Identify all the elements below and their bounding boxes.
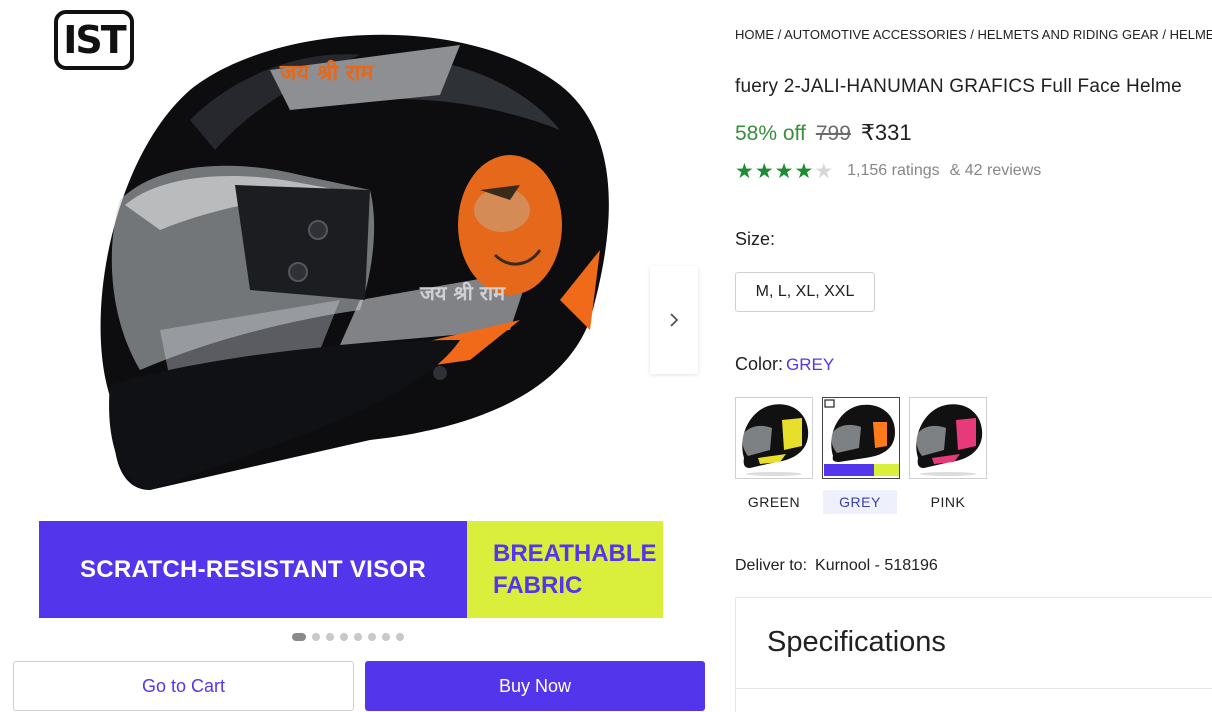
- breadcrumb: HOME / AUTOMOTIVE ACCESSORIES / HELMETS …: [735, 27, 1212, 42]
- breadcrumb-helmets-riding-gear[interactable]: HELMETS AND RIDING GEAR: [978, 27, 1159, 42]
- star-rating: ★ ★ ★ ★ ★: [735, 160, 833, 182]
- helmet-text-side: जय श्री राम: [419, 281, 506, 305]
- price-row: 58% off 799 ₹331: [735, 120, 912, 146]
- swatch-pink-accent: [956, 418, 976, 450]
- original-price: 799: [815, 122, 851, 145]
- gallery-dot[interactable]: [382, 633, 390, 641]
- rating-row: ★ ★ ★ ★ ★ 1,156 ratings & 42 reviews: [735, 160, 1041, 182]
- swatch-green-accent: [782, 418, 802, 450]
- gallery-dot[interactable]: [396, 633, 404, 641]
- ratings-count[interactable]: 1,156 ratings: [847, 162, 940, 180]
- color-label-text: Color:: [735, 354, 784, 374]
- color-swatch-pink[interactable]: [909, 397, 987, 479]
- swatch-pink-helmet-image: [916, 404, 983, 476]
- feature-scratch-resistant: SCRATCH-RESISTANT VISOR: [39, 521, 467, 618]
- feature-breathable-line1: BREATHABLE: [493, 539, 657, 567]
- chevron-right-icon: [670, 313, 679, 327]
- feature-breathable: BREATHABLE FABRIC: [467, 521, 663, 618]
- product-gallery: जय श्री राम जय श्री राम IST SCRATCH-RESI…: [0, 0, 716, 712]
- star-icon: ★: [774, 159, 794, 183]
- delivery-pincode: Kurnool - 518196: [815, 557, 938, 574]
- color-swatch-green[interactable]: [735, 397, 813, 479]
- color-name-green[interactable]: GREEN: [735, 490, 813, 514]
- star-icon: ★: [754, 159, 774, 183]
- specifications-divider: [736, 688, 1212, 689]
- breadcrumb-automotive-accessories[interactable]: AUTOMOTIVE ACCESSORIES: [784, 27, 967, 42]
- color-name-grey[interactable]: GREY: [823, 490, 897, 514]
- gallery-pagination: [292, 633, 404, 641]
- color-label: Color: GREY: [735, 354, 834, 375]
- delivery-location[interactable]: Deliver to: Kurnool - 518196: [735, 557, 938, 575]
- swatch-green-helmet-image: [742, 404, 809, 476]
- buy-now-button[interactable]: Buy Now: [365, 661, 705, 711]
- specifications-title: Specifications: [767, 626, 946, 658]
- helmet-text-top: जय श्री राम: [279, 59, 374, 86]
- gallery-dot[interactable]: [340, 633, 348, 641]
- deliver-to-label: Deliver to:: [735, 557, 808, 574]
- selling-price: ₹331: [860, 120, 912, 145]
- gallery-next-button[interactable]: [650, 266, 698, 374]
- size-label: Size:: [735, 229, 776, 249]
- feature-breathable-line2: FABRIC: [493, 571, 583, 599]
- swatch-grey-helmet-image: [824, 399, 899, 476]
- breadcrumb-home[interactable]: HOME: [735, 27, 774, 42]
- star-icon: ★: [814, 159, 834, 183]
- discount-percent: 58% off: [735, 122, 806, 145]
- reviews-count[interactable]: & 42 reviews: [950, 162, 1042, 180]
- selected-color-value: GREY: [786, 355, 835, 374]
- ist-certification-logo: IST: [54, 10, 134, 70]
- gallery-dot[interactable]: [354, 633, 362, 641]
- color-name-pink[interactable]: PINK: [909, 490, 987, 514]
- gallery-dot[interactable]: [312, 633, 320, 641]
- color-swatch-grey[interactable]: [822, 397, 900, 479]
- specifications-section[interactable]: Specifications: [735, 597, 1212, 712]
- ist-logo-text: IST: [63, 18, 126, 62]
- breadcrumb-helmet[interactable]: HELMET A: [1170, 27, 1212, 42]
- star-icon: ★: [735, 159, 754, 183]
- product-title: fuery 2-JALI-HANUMAN GRAFICS Full Face H…: [735, 76, 1182, 97]
- product-image[interactable]: जय श्री राम जय श्री राम: [40, 0, 660, 515]
- gallery-dot[interactable]: [368, 633, 376, 641]
- feature-banner: SCRATCH-RESISTANT VISOR BREATHABLE FABRI…: [39, 521, 663, 618]
- go-to-cart-button[interactable]: Go to Cart: [13, 661, 354, 711]
- gallery-dot[interactable]: [326, 633, 334, 641]
- gallery-dot[interactable]: [292, 633, 306, 641]
- swatch-grey-accent: [873, 422, 887, 448]
- star-icon: ★: [794, 159, 814, 183]
- size-option[interactable]: M, L, XL, XXL: [735, 272, 875, 312]
